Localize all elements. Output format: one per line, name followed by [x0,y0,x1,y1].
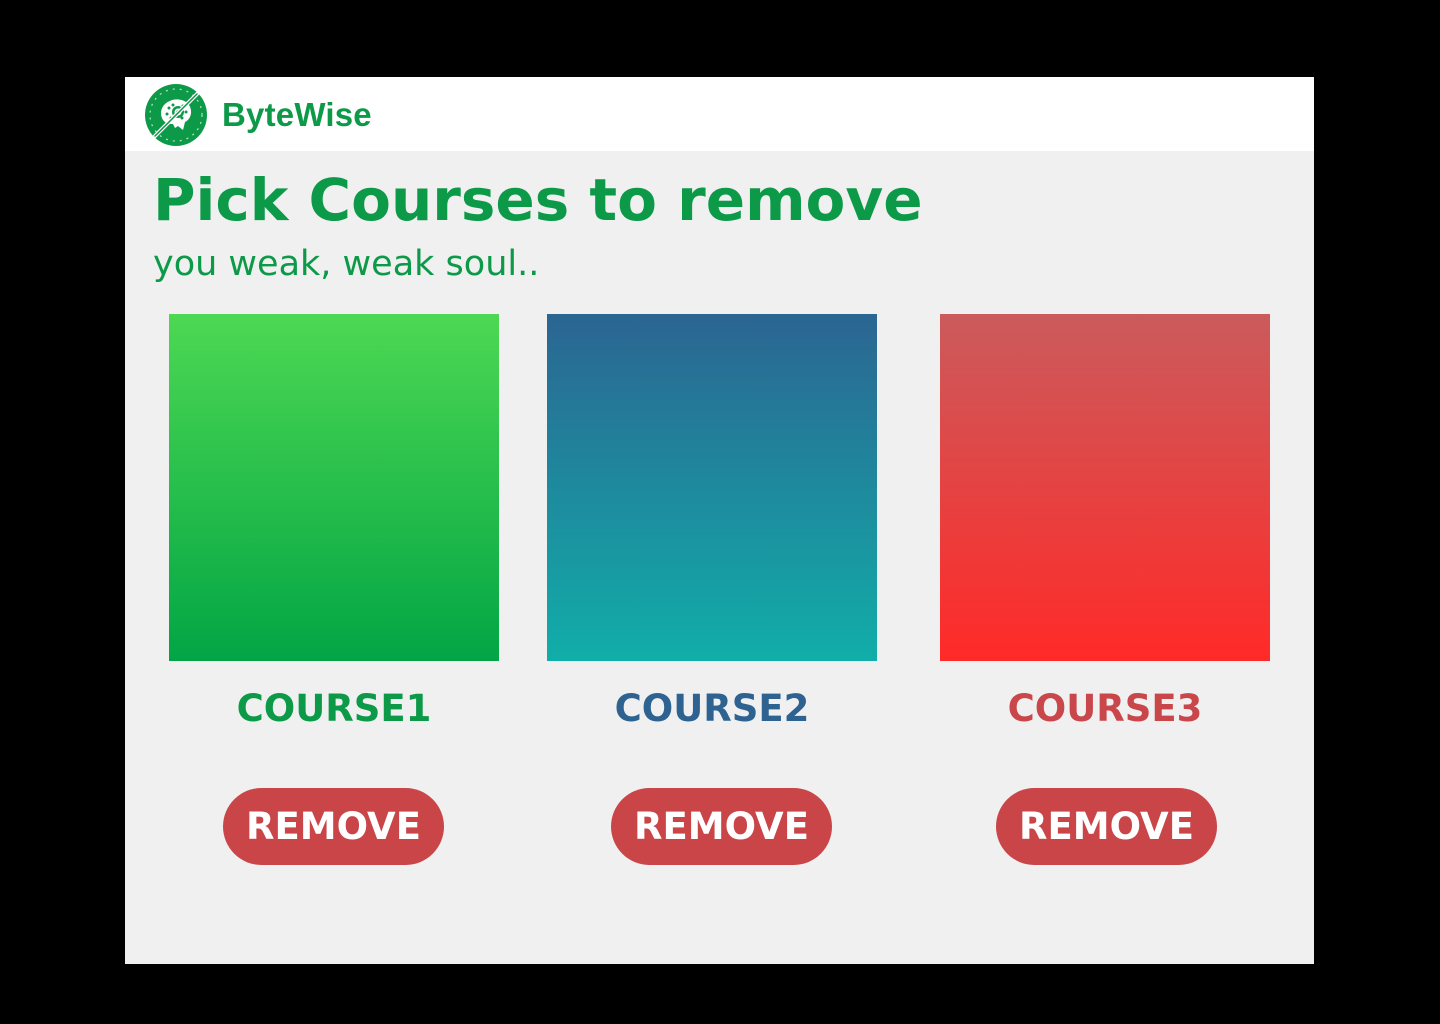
app-window: ByteWise Pick Courses to remove you weak… [125,77,1314,964]
page-subtitle: you weak, weak soul.. [153,244,540,284]
top-bar: ByteWise [125,77,1314,151]
brand-name[interactable]: ByteWise [222,95,372,135]
remove-course-3-button[interactable]: REMOVE [996,788,1217,865]
course-thumbnail-1[interactable] [169,314,499,661]
remove-course-1-button[interactable]: REMOVE [223,788,444,865]
course-thumbnail-2[interactable] [547,314,877,661]
course-card-3: COURSE3 REMOVE [940,314,1270,865]
course-name-1: COURSE1 [236,687,432,730]
course-thumbnail-3[interactable] [940,314,1270,661]
course-name-2: COURSE2 [614,687,810,730]
brain-circuit-logo-icon[interactable] [145,84,207,146]
page-title: Pick Courses to remove [153,166,923,234]
course-card-2: COURSE2 REMOVE [547,314,877,865]
course-card-1: COURSE1 REMOVE [169,314,499,865]
remove-course-2-button[interactable]: REMOVE [611,788,832,865]
course-name-3: COURSE3 [1007,687,1203,730]
